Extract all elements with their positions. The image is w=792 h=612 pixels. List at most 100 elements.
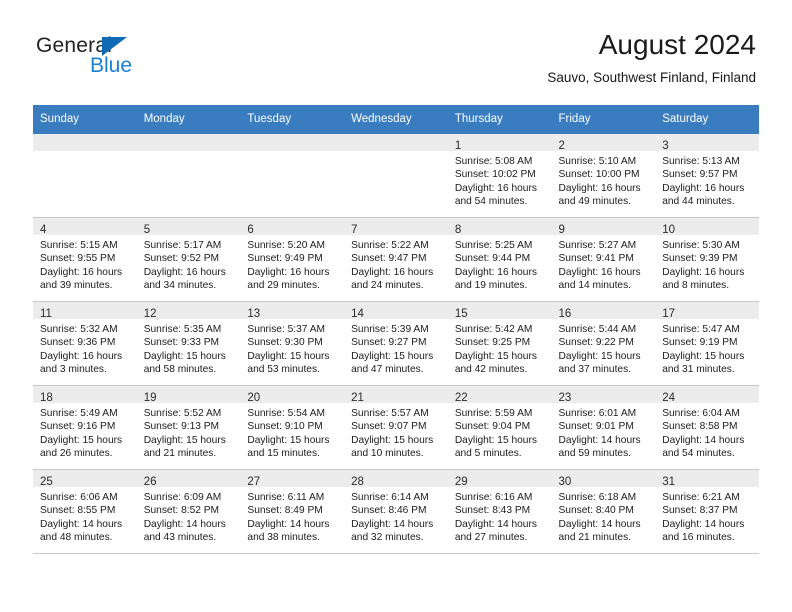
day-detail-line: Sunset: 9:16 PM <box>40 421 116 433</box>
day-details: Sunrise: 5:15 AM Sunset: 9:55 PM Daylight:… <box>33 235 137 292</box>
calendar-empty-cell <box>240 134 345 218</box>
calendar-day-cell[interactable]: 23 Sunrise: 6:01 AM Sunset: 9:01 PM Dayligh… <box>551 385 656 470</box>
day-detail-line: and 54 minutes. <box>454 195 528 207</box>
calendar-day-cell[interactable]: 7 Sunrise: 5:22 AM Sunset: 9:47 PM Daylight… <box>344 217 448 302</box>
day-number: 24 <box>662 392 676 404</box>
day-detail-line: Daylight: 15 hours <box>558 350 641 362</box>
day-detail-line: and 21 minutes. <box>143 447 217 459</box>
day-details: Sunrise: 5:44 AM Sunset: 9:22 PM Daylight:… <box>552 319 656 376</box>
calendar-day-cell[interactable]: 16 Sunrise: 5:44 AM Sunset: 9:22 PM Dayligh… <box>551 301 656 386</box>
day-number: 14 <box>351 308 364 320</box>
day-details: Sunrise: 5:52 AM Sunset: 9:13 PM Daylight:… <box>137 403 241 460</box>
day-detail-line: Sunrise: 5:35 AM <box>143 324 222 335</box>
day-number: 13 <box>247 308 261 320</box>
day-number: 28 <box>351 476 364 488</box>
calendar-day-cell[interactable]: 18 Sunrise: 5:49 AM Sunset: 9:16 PM Dayligh… <box>33 385 137 470</box>
day-detail-line: Daylight: 14 hours <box>143 518 226 530</box>
day-detail-line: Sunrise: 5:27 AM <box>558 240 637 251</box>
calendar-day-cell[interactable]: 19 Sunrise: 5:52 AM Sunset: 9:13 PM Dayligh… <box>136 385 241 470</box>
calendar-day-cell[interactable]: 1 Sunrise: 5:08 AM Sunset: 10:02 PM Dayligh… <box>447 134 552 218</box>
day-detail-line: and 53 minutes. <box>247 363 320 375</box>
calendar-day-cell[interactable]: 4 Sunrise: 5:15 AM Sunset: 9:55 PM Daylight… <box>33 217 137 302</box>
calendar-day-cell[interactable]: 26 Sunrise: 6:09 AM Sunset: 8:52 PM Dayligh… <box>136 469 241 554</box>
day-detail-line: Sunrise: 5:13 AM <box>662 156 740 167</box>
calendar-day-cell[interactable]: 29 Sunrise: 6:16 AM Sunset: 8:43 PM Dayligh… <box>447 469 552 554</box>
day-number: 26 <box>143 476 157 488</box>
day-detail-line: Sunset: 9:52 PM <box>143 253 220 265</box>
day-detail-line: and 37 minutes. <box>558 363 632 375</box>
day-details: Sunrise: 5:39 AM Sunset: 9:27 PM Daylight:… <box>344 319 448 376</box>
calendar-week-row: 25 Sunrise: 6:06 AM Sunset: 8:55 PM Dayligh… <box>33 469 759 554</box>
day-detail-line: Sunset: 9:01 PM <box>558 421 634 433</box>
calendar-day-cell[interactable]: 24 Sunrise: 6:04 AM Sunset: 8:58 PM Dayligh… <box>655 385 759 470</box>
calendar-day-cell[interactable]: 12 Sunrise: 5:35 AM Sunset: 9:33 PM Dayligh… <box>136 301 241 386</box>
calendar-day-cell[interactable]: 3 Sunrise: 5:13 AM Sunset: 9:57 PM Daylight… <box>655 134 759 218</box>
day-number: 16 <box>558 308 572 320</box>
day-detail-line: Daylight: 14 hours <box>662 434 745 446</box>
day-detail-line: Daylight: 14 hours <box>351 518 434 530</box>
day-details: Sunrise: 6:04 AM Sunset: 8:58 PM Daylight:… <box>655 403 759 460</box>
calendar-day-cell[interactable]: 21 Sunrise: 5:57 AM Sunset: 9:07 PM Dayligh… <box>344 385 448 470</box>
calendar-day-cell[interactable]: 22 Sunrise: 5:59 AM Sunset: 9:04 PM Dayligh… <box>447 385 552 470</box>
day-details: Sunrise: 6:06 AM Sunset: 8:55 PM Daylight:… <box>33 487 137 544</box>
day-detail-line: Sunset: 9:39 PM <box>662 253 738 265</box>
calendar-day-cell[interactable]: 28 Sunrise: 6:14 AM Sunset: 8:46 PM Dayligh… <box>344 469 448 554</box>
weekday-header-wednesday: Wednesday <box>344 105 448 134</box>
day-detail-line: Sunrise: 5:10 AM <box>558 156 637 167</box>
day-number: 25 <box>40 476 53 488</box>
calendar-page: General Blue August 2024 Sauvo, Southwes… <box>0 0 792 612</box>
calendar-day-cell[interactable]: 25 Sunrise: 6:06 AM Sunset: 8:55 PM Dayligh… <box>33 469 137 554</box>
calendar-day-cell[interactable]: 15 Sunrise: 5:42 AM Sunset: 9:25 PM Dayligh… <box>447 301 552 386</box>
day-number: 5 <box>143 224 151 236</box>
day-detail-line: and 49 minutes. <box>558 195 632 207</box>
calendar-day-cell[interactable]: 20 Sunrise: 5:54 AM Sunset: 9:10 PM Dayligh… <box>240 385 345 470</box>
calendar-day-cell[interactable]: 14 Sunrise: 5:39 AM Sunset: 9:27 PM Dayligh… <box>344 301 448 386</box>
calendar-day-cell[interactable]: 27 Sunrise: 6:11 AM Sunset: 8:49 PM Dayligh… <box>240 469 345 554</box>
calendar-day-cell[interactable]: 6 Sunrise: 5:20 AM Sunset: 9:49 PM Daylight… <box>240 217 345 302</box>
calendar-day-cell[interactable]: 10 Sunrise: 5:30 AM Sunset: 9:39 PM Dayligh… <box>655 217 759 302</box>
day-detail-line: and 21 minutes. <box>558 531 632 543</box>
day-number: 29 <box>454 476 468 488</box>
day-number: 6 <box>247 224 254 236</box>
weekday-header-monday: Monday <box>136 105 241 134</box>
day-number: 3 <box>662 140 669 152</box>
day-details: Sunrise: 5:35 AM Sunset: 9:33 PM Daylight:… <box>137 319 241 376</box>
day-detail-line: Sunset: 8:40 PM <box>558 505 634 517</box>
day-details: Sunrise: 6:14 AM Sunset: 8:46 PM Daylight:… <box>344 487 448 544</box>
day-number: 21 <box>351 392 364 404</box>
page-header: General Blue August 2024 Sauvo, Southwes… <box>0 0 792 85</box>
calendar-day-cell[interactable]: 31 Sunrise: 6:21 AM Sunset: 8:37 PM Dayligh… <box>655 469 759 554</box>
day-detail-line: Daylight: 15 hours <box>143 434 226 446</box>
calendar-day-cell[interactable]: 9 Sunrise: 5:27 AM Sunset: 9:41 PM Daylight… <box>551 217 656 302</box>
day-detail-line: and 42 minutes. <box>454 363 528 375</box>
calendar-day-cell[interactable]: 30 Sunrise: 6:18 AM Sunset: 8:40 PM Dayligh… <box>551 469 656 554</box>
day-details: Sunrise: 6:21 AM Sunset: 8:37 PM Daylight:… <box>655 487 759 544</box>
day-detail-line: Sunset: 9:41 PM <box>558 253 634 265</box>
page-title: August 2024 <box>598 29 756 60</box>
calendar-day-cell[interactable]: 13 Sunrise: 5:37 AM Sunset: 9:30 PM Dayligh… <box>240 301 345 386</box>
weekday-header-row: Sunday Monday Tuesday Wednesday Thursday… <box>33 105 759 134</box>
day-details: Sunrise: 5:57 AM Sunset: 9:07 PM Daylight:… <box>344 403 448 460</box>
day-detail-line: Daylight: 14 hours <box>662 518 745 530</box>
calendar-week-row: 11 Sunrise: 5:32 AM Sunset: 9:36 PM Dayligh… <box>33 301 759 386</box>
calendar-day-cell[interactable]: 17 Sunrise: 5:47 AM Sunset: 9:19 PM Dayligh… <box>655 301 759 386</box>
calendar-day-cell[interactable]: 2 Sunrise: 5:10 AM Sunset: 10:00 PM Dayligh… <box>551 134 656 218</box>
day-detail-line: Daylight: 16 hours <box>558 182 641 194</box>
day-detail-line: Sunrise: 5:15 AM <box>40 240 118 251</box>
day-detail-line: Sunset: 9:49 PM <box>247 253 323 265</box>
day-detail-line: Sunrise: 5:47 AM <box>662 324 740 335</box>
calendar-day-cell[interactable]: 5 Sunrise: 5:17 AM Sunset: 9:52 PM Daylight… <box>136 217 241 302</box>
calendar-week-row: 1 Sunrise: 5:08 AM Sunset: 10:02 PM Dayligh… <box>33 134 759 218</box>
day-detail-line: Sunset: 9:30 PM <box>247 337 323 349</box>
day-number: 30 <box>558 476 572 488</box>
day-detail-line: and 19 minutes. <box>454 279 528 291</box>
day-detail-line: Sunrise: 6:14 AM <box>351 492 429 503</box>
calendar-day-cell[interactable]: 8 Sunrise: 5:25 AM Sunset: 9:44 PM Daylight… <box>447 217 552 302</box>
day-detail-line: and 14 minutes. <box>558 279 632 291</box>
calendar-day-cell[interactable]: 11 Sunrise: 5:32 AM Sunset: 9:36 PM Dayligh… <box>33 301 137 386</box>
general-blue-logo[interactable]: General Blue <box>36 34 246 90</box>
day-detail-line: Daylight: 14 hours <box>40 518 123 530</box>
day-detail-line: Sunrise: 6:09 AM <box>143 492 222 503</box>
calendar-week-row: 4 Sunrise: 5:15 AM Sunset: 9:55 PM Daylight… <box>33 217 759 302</box>
day-detail-line: Daylight: 14 hours <box>247 518 330 530</box>
